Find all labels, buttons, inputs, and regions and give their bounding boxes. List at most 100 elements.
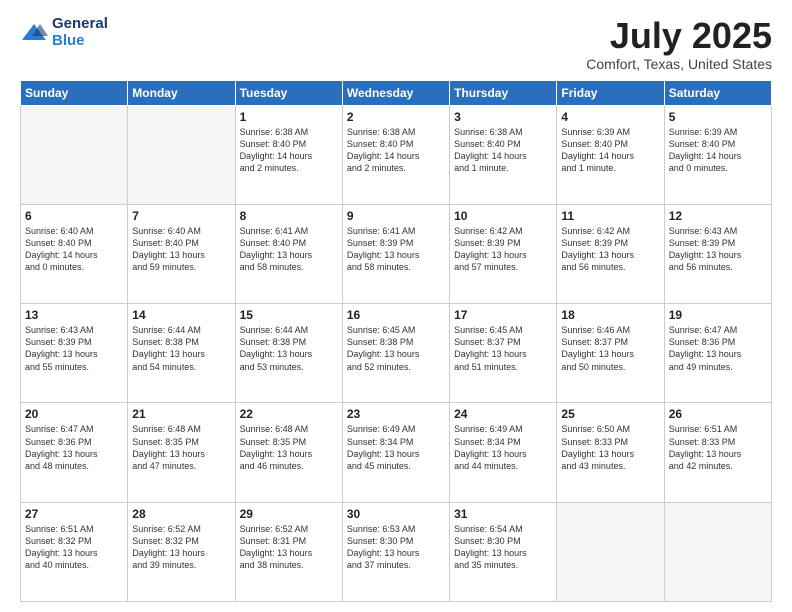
calendar-cell: 10 Sunrise: 6:42 AM Sunset: 8:39 PM Dayli… xyxy=(450,204,557,303)
cell-content: Sunrise: 6:42 AM Sunset: 8:39 PM Dayligh… xyxy=(561,225,659,274)
day-number: 4 xyxy=(561,110,659,124)
calendar-cell: 1 Sunrise: 6:38 AM Sunset: 8:40 PM Daylig… xyxy=(235,105,342,204)
cell-content: Sunrise: 6:45 AM Sunset: 8:38 PM Dayligh… xyxy=(347,324,445,373)
calendar-cell: 30 Sunrise: 6:53 AM Sunset: 8:30 PM Dayli… xyxy=(342,502,449,601)
calendar-cell: 12Sunrise: 6:43 AM Sunset: 8:39 PM Dayli… xyxy=(664,204,771,303)
calendar-day-header: Monday xyxy=(128,80,235,105)
day-number: 23 xyxy=(347,407,445,421)
cell-content: Sunrise: 6:47 AM Sunset: 8:36 PM Dayligh… xyxy=(25,423,123,472)
cell-content: Sunrise: 6:39 AM Sunset: 8:40 PM Dayligh… xyxy=(561,126,659,175)
calendar-cell xyxy=(664,502,771,601)
calendar-cell: 24Sunrise: 6:49 AM Sunset: 8:34 PM Dayli… xyxy=(450,403,557,502)
cell-content: Sunrise: 6:48 AM Sunset: 8:35 PM Dayligh… xyxy=(132,423,230,472)
cell-content: Sunrise: 6:50 AM Sunset: 8:33 PM Dayligh… xyxy=(561,423,659,472)
day-number: 3 xyxy=(454,110,552,124)
cell-content: Sunrise: 6:41 AM Sunset: 8:39 PM Dayligh… xyxy=(347,225,445,274)
logo: General Blue xyxy=(20,16,108,49)
calendar-cell: 29 Sunrise: 6:52 AM Sunset: 8:31 PM Dayli… xyxy=(235,502,342,601)
calendar-cell: 28Sunrise: 6:52 AM Sunset: 8:32 PM Dayli… xyxy=(128,502,235,601)
cell-content: Sunrise: 6:53 AM Sunset: 8:30 PM Dayligh… xyxy=(347,523,445,572)
calendar-cell: 8 Sunrise: 6:41 AM Sunset: 8:40 PM Daylig… xyxy=(235,204,342,303)
calendar-cell: 22 Sunrise: 6:48 AM Sunset: 8:35 PM Dayli… xyxy=(235,403,342,502)
day-number: 14 xyxy=(132,308,230,322)
day-number: 20 xyxy=(25,407,123,421)
cell-content: Sunrise: 6:47 AM Sunset: 8:36 PM Dayligh… xyxy=(669,324,767,373)
day-number: 31 xyxy=(454,507,552,521)
calendar-cell: 4 Sunrise: 6:39 AM Sunset: 8:40 PM Daylig… xyxy=(557,105,664,204)
calendar-cell: 17Sunrise: 6:45 AM Sunset: 8:37 PM Dayli… xyxy=(450,304,557,403)
month-title: July 2025 xyxy=(586,16,772,56)
calendar-body: 1 Sunrise: 6:38 AM Sunset: 8:40 PM Daylig… xyxy=(21,105,772,601)
cell-content: Sunrise: 6:41 AM Sunset: 8:40 PM Dayligh… xyxy=(240,225,338,274)
calendar-cell: 14 Sunrise: 6:44 AM Sunset: 8:38 PM Dayli… xyxy=(128,304,235,403)
day-number: 2 xyxy=(347,110,445,124)
logo-text-blue: Blue xyxy=(52,33,108,50)
day-number: 6 xyxy=(25,209,123,223)
calendar-cell: 7 Sunrise: 6:40 AM Sunset: 8:40 PM Daylig… xyxy=(128,204,235,303)
calendar-cell: 16 Sunrise: 6:45 AM Sunset: 8:38 PM Dayli… xyxy=(342,304,449,403)
day-number: 17 xyxy=(454,308,552,322)
calendar-week-row: 6 Sunrise: 6:40 AM Sunset: 8:40 PM Daylig… xyxy=(21,204,772,303)
day-number: 10 xyxy=(454,209,552,223)
day-number: 7 xyxy=(132,209,230,223)
calendar-cell xyxy=(128,105,235,204)
calendar-week-row: 27Sunrise: 6:51 AM Sunset: 8:32 PM Dayli… xyxy=(21,502,772,601)
calendar-cell: 26 Sunrise: 6:51 AM Sunset: 8:33 PM Dayli… xyxy=(664,403,771,502)
cell-content: Sunrise: 6:51 AM Sunset: 8:33 PM Dayligh… xyxy=(669,423,767,472)
calendar-day-header: Sunday xyxy=(21,80,128,105)
calendar-table: SundayMondayTuesdayWednesdayThursdayFrid… xyxy=(20,80,772,602)
cell-content: Sunrise: 6:52 AM Sunset: 8:31 PM Dayligh… xyxy=(240,523,338,572)
calendar-cell xyxy=(21,105,128,204)
cell-content: Sunrise: 6:54 AM Sunset: 8:30 PM Dayligh… xyxy=(454,523,552,572)
day-number: 21 xyxy=(132,407,230,421)
calendar-cell: 13 Sunrise: 6:43 AM Sunset: 8:39 PM Dayli… xyxy=(21,304,128,403)
calendar-cell: 19 Sunrise: 6:47 AM Sunset: 8:36 PM Dayli… xyxy=(664,304,771,403)
cell-content: Sunrise: 6:52 AM Sunset: 8:32 PM Dayligh… xyxy=(132,523,230,572)
day-number: 5 xyxy=(669,110,767,124)
day-number: 19 xyxy=(669,308,767,322)
day-number: 25 xyxy=(561,407,659,421)
day-number: 8 xyxy=(240,209,338,223)
day-number: 29 xyxy=(240,507,338,521)
cell-content: Sunrise: 6:49 AM Sunset: 8:34 PM Dayligh… xyxy=(347,423,445,472)
calendar-cell: 15 Sunrise: 6:44 AM Sunset: 8:38 PM Dayli… xyxy=(235,304,342,403)
cell-content: Sunrise: 6:38 AM Sunset: 8:40 PM Dayligh… xyxy=(240,126,338,175)
day-number: 11 xyxy=(561,209,659,223)
cell-content: Sunrise: 6:42 AM Sunset: 8:39 PM Dayligh… xyxy=(454,225,552,274)
calendar-cell: 9 Sunrise: 6:41 AM Sunset: 8:39 PM Daylig… xyxy=(342,204,449,303)
day-number: 16 xyxy=(347,308,445,322)
calendar-cell: 20 Sunrise: 6:47 AM Sunset: 8:36 PM Dayli… xyxy=(21,403,128,502)
day-number: 9 xyxy=(347,209,445,223)
calendar-cell: 25 Sunrise: 6:50 AM Sunset: 8:33 PM Dayli… xyxy=(557,403,664,502)
calendar-day-header: Friday xyxy=(557,80,664,105)
day-number: 26 xyxy=(669,407,767,421)
day-number: 1 xyxy=(240,110,338,124)
cell-content: Sunrise: 6:43 AM Sunset: 8:39 PM Dayligh… xyxy=(25,324,123,373)
day-number: 12 xyxy=(669,209,767,223)
cell-content: Sunrise: 6:38 AM Sunset: 8:40 PM Dayligh… xyxy=(454,126,552,175)
day-number: 24 xyxy=(454,407,552,421)
day-number: 30 xyxy=(347,507,445,521)
cell-content: Sunrise: 6:39 AM Sunset: 8:40 PM Dayligh… xyxy=(669,126,767,175)
calendar-cell: 5 Sunrise: 6:39 AM Sunset: 8:40 PM Daylig… xyxy=(664,105,771,204)
calendar-cell: 18Sunrise: 6:46 AM Sunset: 8:37 PM Dayli… xyxy=(557,304,664,403)
cell-content: Sunrise: 6:48 AM Sunset: 8:35 PM Dayligh… xyxy=(240,423,338,472)
title-block: July 2025 Comfort, Texas, United States xyxy=(586,16,772,72)
calendar-cell: 11 Sunrise: 6:42 AM Sunset: 8:39 PM Dayli… xyxy=(557,204,664,303)
page: General Blue July 2025 Comfort, Texas, U… xyxy=(0,0,792,612)
calendar-cell: 3 Sunrise: 6:38 AM Sunset: 8:40 PM Daylig… xyxy=(450,105,557,204)
calendar-cell xyxy=(557,502,664,601)
day-number: 15 xyxy=(240,308,338,322)
calendar-day-header: Thursday xyxy=(450,80,557,105)
cell-content: Sunrise: 6:40 AM Sunset: 8:40 PM Dayligh… xyxy=(25,225,123,274)
calendar-day-header: Tuesday xyxy=(235,80,342,105)
cell-content: Sunrise: 6:44 AM Sunset: 8:38 PM Dayligh… xyxy=(240,324,338,373)
cell-content: Sunrise: 6:44 AM Sunset: 8:38 PM Dayligh… xyxy=(132,324,230,373)
day-number: 22 xyxy=(240,407,338,421)
cell-content: Sunrise: 6:40 AM Sunset: 8:40 PM Dayligh… xyxy=(132,225,230,274)
calendar-header-row: SundayMondayTuesdayWednesdayThursdayFrid… xyxy=(21,80,772,105)
day-number: 13 xyxy=(25,308,123,322)
calendar-week-row: 1 Sunrise: 6:38 AM Sunset: 8:40 PM Daylig… xyxy=(21,105,772,204)
calendar-week-row: 20 Sunrise: 6:47 AM Sunset: 8:36 PM Dayli… xyxy=(21,403,772,502)
calendar-cell: 23 Sunrise: 6:49 AM Sunset: 8:34 PM Dayli… xyxy=(342,403,449,502)
